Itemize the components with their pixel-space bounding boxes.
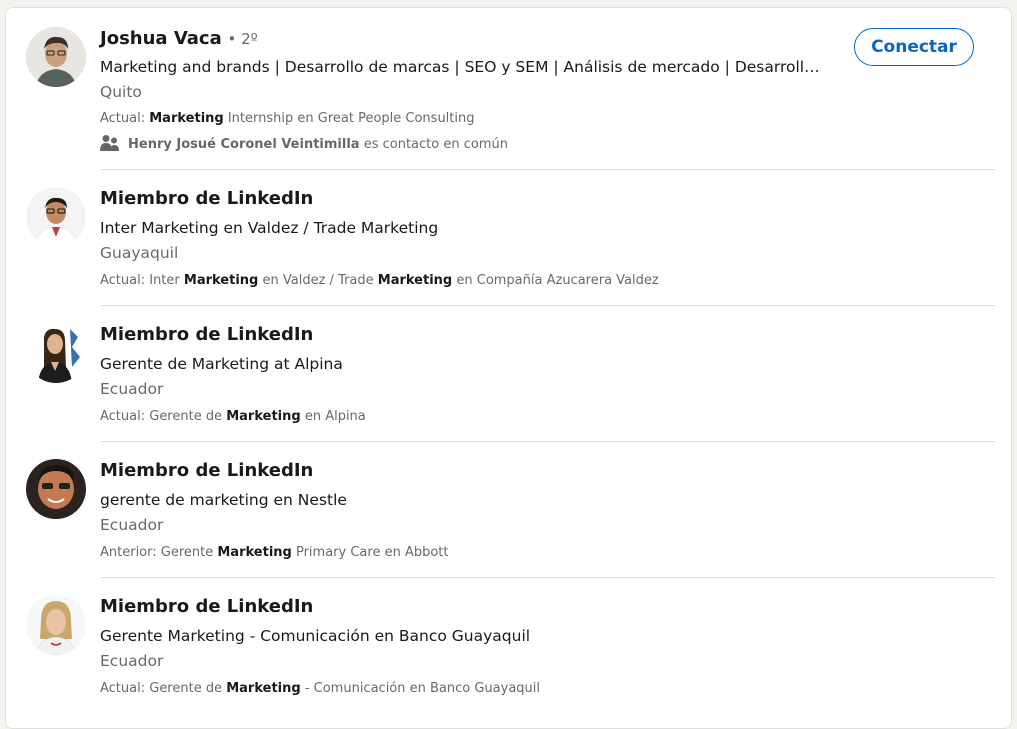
summary-keyword: Marketing: [183, 273, 259, 288]
summary-prefix: Actual: Gerente de: [100, 409, 227, 424]
profile-name-link[interactable]: Miembro de LinkedIn: [100, 188, 313, 209]
result-item: Miembro de LinkedIn gerente de marketing…: [6, 442, 1011, 578]
name-row: Miembro de LinkedIn: [100, 595, 313, 619]
person-photo-icon: [26, 595, 86, 655]
profile-name-link[interactable]: Miembro de LinkedIn: [100, 324, 313, 345]
profile-location: Ecuador: [100, 380, 164, 398]
profile-headline: gerente de marketing en Nestle: [100, 491, 347, 509]
person-photo-icon: [26, 459, 86, 519]
profile-summary: Actual: Marketing Internship en Great Pe…: [100, 110, 475, 128]
profile-name-link[interactable]: Miembro de LinkedIn: [100, 460, 313, 481]
summary-keyword: Marketing: [377, 273, 453, 288]
mutual-connection[interactable]: Henry Josué Coronel Veintimilla es conta…: [100, 134, 508, 158]
profile-name-link[interactable]: Joshua Vaca: [100, 28, 222, 49]
mutual-name[interactable]: Henry Josué Coronel Veintimilla: [128, 137, 360, 152]
avatar[interactable]: [26, 459, 86, 519]
summary-prefix: Actual: Gerente de: [100, 681, 227, 696]
avatar[interactable]: [26, 187, 86, 247]
avatar[interactable]: [26, 595, 86, 655]
summary-middle: en Valdez / Trade: [258, 273, 378, 288]
name-row: Miembro de LinkedIn: [100, 323, 313, 347]
result-item: Miembro de LinkedIn Gerente Marketing - …: [6, 578, 1011, 728]
profile-headline: Marketing and brands | Desarrollo de mar…: [100, 58, 825, 76]
name-row: Miembro de LinkedIn: [100, 187, 313, 211]
result-item: Joshua Vaca • 2º Marketing and brands | …: [6, 8, 1011, 170]
summary-suffix: en Compañía Azucarera Valdez: [452, 273, 659, 288]
profile-location: Quito: [100, 83, 142, 101]
search-results-card: Joshua Vaca • 2º Marketing and brands | …: [5, 7, 1012, 729]
summary-keyword: Marketing: [217, 545, 292, 560]
avatar[interactable]: [26, 27, 86, 87]
people-icon: [100, 134, 120, 158]
result-item: Miembro de LinkedIn Inter Marketing en V…: [6, 170, 1011, 306]
name-row: Miembro de LinkedIn: [100, 459, 313, 483]
avatar[interactable]: [26, 323, 86, 383]
profile-location: Ecuador: [100, 652, 164, 670]
summary-middle: Internship en Great People Consulting: [223, 111, 475, 126]
summary-keyword: Marketing: [226, 681, 301, 696]
summary-prefix: Actual:: [100, 111, 150, 126]
profile-name-link[interactable]: Miembro de LinkedIn: [100, 596, 313, 617]
profile-summary: Actual: Inter Marketing en Valdez / Trad…: [100, 272, 659, 290]
summary-middle: Primary Care en Abbott: [291, 545, 449, 560]
person-photo-icon: [26, 27, 86, 87]
connect-button[interactable]: Conectar: [854, 28, 974, 66]
profile-headline: Inter Marketing en Valdez / Trade Market…: [100, 219, 439, 237]
profile-location: Ecuador: [100, 516, 164, 534]
name-row: Joshua Vaca • 2º: [100, 27, 258, 51]
profile-summary: Anterior: Gerente Marketing Primary Care…: [100, 544, 449, 562]
profile-headline: Gerente de Marketing at Alpina: [100, 355, 343, 373]
summary-middle: - Comunicación en Banco Guayaquil: [300, 681, 541, 696]
profile-summary: Actual: Gerente de Marketing en Alpina: [100, 408, 366, 426]
summary-middle: en Alpina: [300, 409, 366, 424]
person-photo-icon: [26, 323, 86, 383]
summary-keyword: Marketing: [226, 409, 301, 424]
mutual-text: es contacto en común: [359, 137, 508, 152]
profile-location: Guayaquil: [100, 244, 179, 262]
summary-keyword: Marketing: [149, 111, 224, 126]
person-photo-icon: [26, 187, 86, 247]
summary-prefix: Anterior: Gerente: [100, 545, 218, 560]
profile-summary: Actual: Gerente de Marketing - Comunicac…: [100, 680, 540, 698]
connection-degree: • 2º: [227, 30, 258, 48]
profile-headline: Gerente Marketing - Comunicación en Banc…: [100, 627, 531, 645]
result-item: Miembro de LinkedIn Gerente de Marketing…: [6, 306, 1011, 442]
summary-prefix: Actual: Inter: [100, 273, 184, 288]
